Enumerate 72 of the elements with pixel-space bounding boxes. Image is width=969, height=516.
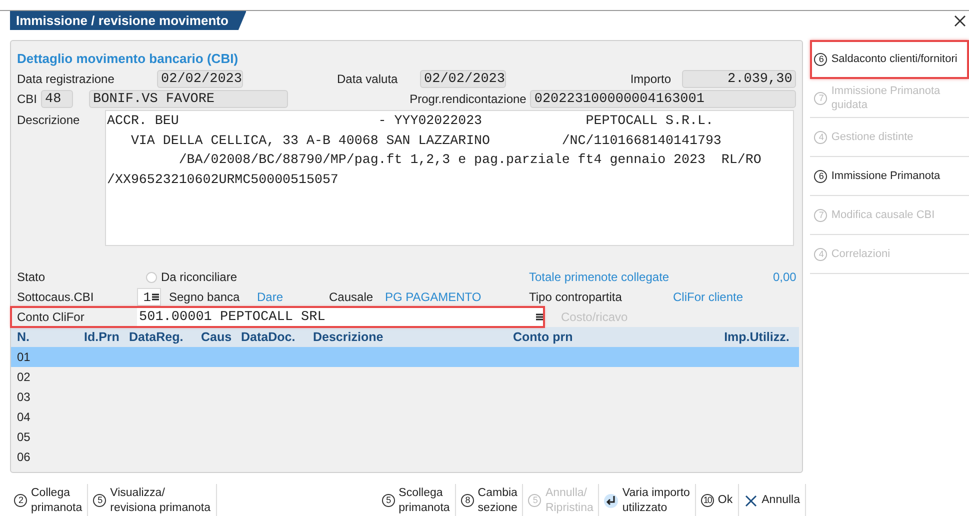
- toolbar-button[interactable]: Annulla: [738, 484, 806, 516]
- key-number-icon: 5: [528, 494, 542, 507]
- toolbar-button[interactable]: 10 Ok: [696, 484, 739, 516]
- column-header: DataReg.: [129, 330, 184, 344]
- field-label: Conto CliFor: [17, 310, 86, 324]
- table-row[interactable]: 06: [11, 447, 800, 467]
- close-icon[interactable]: [954, 15, 966, 27]
- row-number: 06: [17, 450, 32, 464]
- table-row[interactable]: 04: [11, 407, 800, 427]
- sidebar-item[interactable]: 6 Saldaconto clienti/fornitori: [810, 40, 969, 79]
- description-field[interactable]: ACCR. BEU - YYY02022023 PEPTOCALL S.R.L. VIA DELLA CELLICA, 33 A-B 40068 SAN LAZZARINO /NC/1101668140141793 /BA/02008/BC/88790/MP/pag.ft 1,2,3 e pag.parziale ft4 gennaio 2023 RL/RO /XX96523210602URMC50000515057: [105, 110, 794, 246]
- key-number-icon: 4: [814, 130, 828, 144]
- field-label: Progr.rendicontazione: [410, 92, 526, 106]
- table-row[interactable]: 02: [11, 367, 800, 387]
- close-icon: [744, 494, 758, 508]
- row-number: 01: [17, 350, 32, 364]
- key-number-icon: 7: [814, 92, 828, 104]
- column-header: Imp.Utilizz.: [724, 330, 790, 344]
- field-value: Dare: [257, 290, 284, 304]
- field-label: Sottocaus.CBI: [17, 290, 95, 304]
- field-label: Causale: [329, 290, 374, 304]
- column-header: DataDoc.: [241, 330, 296, 344]
- key-number-icon: 5: [93, 494, 106, 507]
- field-label: CBI: [17, 92, 38, 106]
- table-row[interactable]: 05: [11, 427, 800, 447]
- key-number-icon: 5: [382, 494, 395, 507]
- code-field[interactable]: 48: [41, 90, 73, 108]
- account-field[interactable]: 501.00001 PEPTOCALL SRL: [137, 308, 544, 326]
- row-number: 03: [17, 390, 32, 404]
- key-number-icon: 7: [814, 208, 828, 222]
- total-value: 0,00: [772, 270, 796, 284]
- amount-field[interactable]: 2.039,30: [682, 70, 796, 88]
- row-number: 04: [17, 410, 32, 424]
- key-number-icon: 2: [14, 494, 27, 507]
- text-field[interactable]: 020223100000004163001: [530, 90, 796, 108]
- menu-icon[interactable]: [536, 313, 543, 321]
- field-value: PG PAGAMENTO: [385, 290, 482, 304]
- row-number: 02: [17, 370, 32, 384]
- window-title: Immissione / revisione movimento: [10, 11, 246, 30]
- column-header: Conto prn: [513, 330, 574, 344]
- key-number-icon: 8: [460, 494, 474, 507]
- table-row[interactable]: 03: [11, 387, 800, 407]
- date-field[interactable]: 02/02/2023: [420, 70, 506, 88]
- toolbar-button[interactable]: Varia importo utilizzato: [599, 484, 696, 516]
- key-number-icon: 6: [814, 170, 828, 182]
- text-field[interactable]: BONIF.VS FAVORE: [89, 90, 288, 108]
- field-value: CliFor cliente: [673, 290, 744, 304]
- column-header: N.: [17, 330, 30, 344]
- column-header: Id.Prn: [84, 330, 120, 344]
- key-number-icon: 4: [814, 248, 828, 260]
- row-number: 05: [17, 430, 32, 444]
- field-label: Tipo contropartita: [529, 290, 623, 304]
- column-header: Caus: [201, 330, 233, 344]
- field-label: Data valuta: [337, 72, 399, 86]
- enter-arrow-icon: [604, 494, 618, 508]
- section-heading: Dettaglio movimento bancario (CBI): [17, 50, 240, 68]
- total-label: Totale primenote collegate: [529, 270, 670, 284]
- menu-icon[interactable]: [152, 293, 159, 301]
- radio-label: Da riconciliare: [161, 270, 238, 284]
- field-label: Stato: [17, 270, 46, 284]
- field-label: Descrizione: [17, 112, 81, 129]
- table-row[interactable]: 01: [11, 347, 800, 367]
- field-label: Segno banca: [169, 290, 241, 304]
- key-number-icon: 6: [814, 52, 828, 66]
- sidebar-item[interactable]: 6 Immissione Primanota: [810, 157, 969, 196]
- column-header: Descrizione: [313, 330, 384, 344]
- field-label: Data registrazione: [17, 72, 116, 86]
- dropdown-field[interactable]: 1: [137, 288, 161, 306]
- radio-button[interactable]: [146, 272, 157, 282]
- key-number-icon: 10: [700, 494, 714, 507]
- field-label: Importo: [630, 72, 672, 86]
- date-field[interactable]: 02/02/2023: [157, 70, 243, 88]
